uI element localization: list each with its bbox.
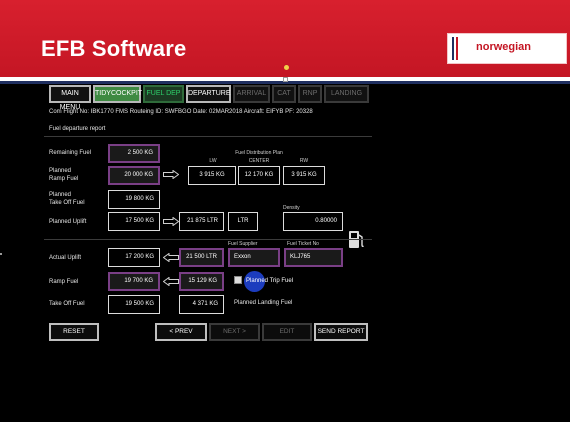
arrow-right-icon: [163, 217, 179, 226]
ramp-fuel-value[interactable]: 19 700 KG: [108, 272, 160, 291]
remaining-fuel-label: Remaining Fuel: [49, 150, 92, 156]
next-button[interactable]: NEXT >: [209, 323, 260, 341]
arrow-left-icon: [163, 277, 179, 286]
tab-fuel-dep[interactable]: FUEL DEP: [143, 85, 184, 103]
logo-stripe-red: [456, 37, 458, 60]
planned-uplift-ltr: 21 875 LTR: [179, 212, 224, 231]
planned-uplift-value: 17 500 KG: [108, 212, 160, 231]
tab-landing[interactable]: LANDING: [324, 85, 369, 103]
planned-trip-fuel-label: Planned Trip Fuel: [246, 278, 294, 284]
planned-takeoff-label-1: Planned: [49, 192, 72, 198]
remaining-fuel-value[interactable]: 2 500 KG: [108, 144, 160, 163]
distribution-rw-value: 3 915 KG: [283, 166, 325, 185]
tab-main-menu[interactable]: MAIN MENU: [49, 85, 91, 111]
flight-info: Com Flight No: IBK1770 FMS Routeing ID: …: [49, 109, 313, 115]
unit-select[interactable]: LTR: [228, 212, 258, 231]
planned-landing-fuel-label: Planned Landing Fuel: [234, 300, 293, 306]
arrow-left-icon: [163, 253, 179, 262]
planned-uplift-label: Planned Uplift: [49, 219, 87, 225]
app-title: EFB Software: [41, 36, 187, 61]
send-report-button[interactable]: SEND REPORT: [314, 323, 368, 341]
indicator-dot: [284, 65, 289, 70]
logo-stripe-navy: [452, 37, 454, 60]
planned-trip-fuel-value[interactable]: 15 129 KG: [179, 272, 224, 291]
reset-button[interactable]: RESET: [49, 323, 99, 341]
ramp-fuel-label: Ramp Fuel: [49, 279, 79, 285]
actual-uplift-ltr[interactable]: 21 500 LTR: [179, 248, 224, 267]
planned-landing-fuel-value: 4 371 KG: [179, 295, 224, 314]
fuel-ticket-input[interactable]: KLJ765: [284, 248, 343, 267]
takeoff-fuel-value: 19 500 KG: [108, 295, 160, 314]
planned-ramp-label-2: Ramp Fuel: [49, 176, 79, 182]
checkbox-icon[interactable]: [234, 276, 242, 284]
side-marker: [0, 253, 2, 255]
planned-ramp-label-1: Planned: [49, 168, 72, 174]
tab-arrival[interactable]: ARRIVAL: [233, 85, 270, 103]
distribution-col-rw: RW: [299, 158, 309, 164]
planned-ramp-value[interactable]: 20 000 KG: [108, 166, 160, 185]
norwegian-logo: norwegian: [447, 33, 567, 64]
planned-takeoff-label-2: Take Off Fuel: [49, 200, 85, 206]
tab-cat[interactable]: CAT: [272, 85, 296, 103]
takeoff-fuel-label: Take Off Fuel: [49, 301, 85, 307]
divider-node: [283, 77, 288, 82]
fuel-supplier-input[interactable]: Exxon: [228, 248, 280, 267]
distribution-lw-value: 3 915 KG: [188, 166, 236, 185]
tab-departure[interactable]: DEPARTURE: [186, 85, 231, 103]
density-value[interactable]: 0.80000: [283, 212, 343, 231]
actual-uplift-value: 17 200 KG: [108, 248, 160, 267]
planned-takeoff-value: 19 800 KG: [108, 190, 160, 209]
arrow-right-icon: [163, 170, 179, 179]
distribution-title: Fuel Distribution Plan: [235, 150, 283, 156]
section-title: Fuel departure report: [49, 126, 106, 132]
header-bar: EFB Software norwegian: [0, 0, 570, 77]
density-label: Density: [283, 205, 300, 211]
tab-rnp[interactable]: RNP: [298, 85, 322, 103]
tab-tidycockpit[interactable]: TIDYCOCKPIT: [93, 85, 142, 103]
section-divider-2: [44, 239, 372, 240]
section-divider: [44, 136, 372, 137]
distribution-col-lw: LW: [209, 158, 217, 164]
actual-uplift-label: Actual Uplift: [49, 255, 82, 261]
edit-button[interactable]: EDIT: [262, 323, 312, 341]
logo-text: norwegian: [476, 41, 532, 53]
distribution-center-value: 12 170 KG: [238, 166, 280, 185]
fuel-ticket-label: Fuel Ticket No: [287, 241, 319, 247]
prev-button[interactable]: < PREV: [155, 323, 207, 341]
distribution-col-center: CENTER: [248, 158, 270, 164]
fuel-supplier-label: Fuel Supplier: [228, 241, 258, 247]
